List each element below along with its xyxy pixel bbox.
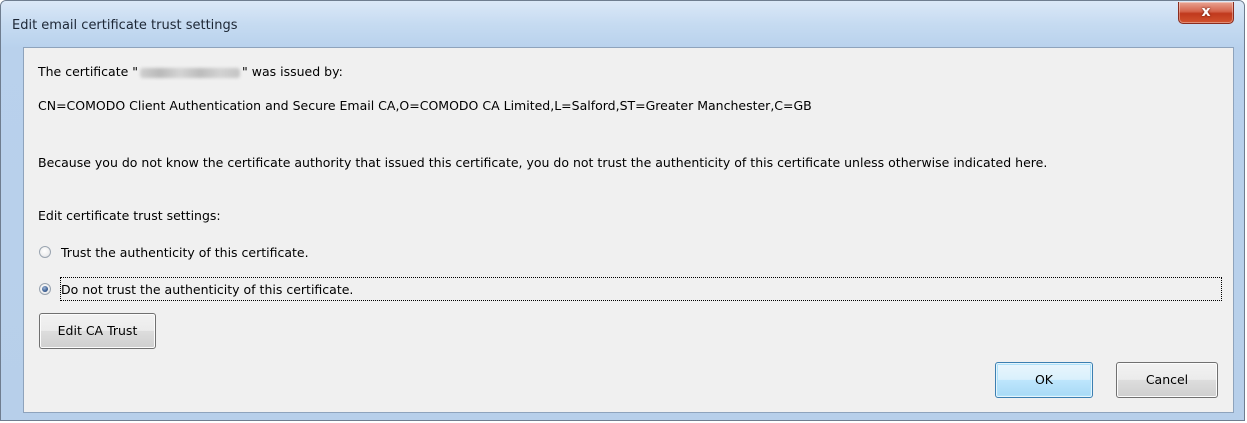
- issued-by-line: The certificate " " was issued by:: [38, 64, 343, 79]
- cancel-button[interactable]: Cancel: [1116, 362, 1218, 398]
- close-button[interactable]: x: [1178, 2, 1234, 24]
- dialog-window: Edit email certificate trust settings x …: [0, 0, 1245, 421]
- close-icon: x: [1201, 4, 1211, 20]
- edit-ca-trust-button[interactable]: Edit CA Trust: [39, 313, 156, 349]
- ok-button[interactable]: OK: [995, 362, 1093, 398]
- radio-unchecked-icon[interactable]: [39, 246, 51, 258]
- title-bar[interactable]: Edit email certificate trust settings x: [1, 1, 1244, 47]
- trust-option[interactable]: Trust the authenticity of this certifica…: [39, 241, 309, 263]
- dialog-content: The certificate " " was issued by: CN=COM…: [23, 47, 1234, 413]
- window-title: Edit email certificate trust settings: [12, 18, 238, 33]
- explanation-text: Because you do not know the certificate …: [38, 155, 1048, 170]
- distrust-option-label[interactable]: Do not trust the authenticity of this ce…: [61, 282, 353, 297]
- distrust-option[interactable]: Do not trust the authenticity of this ce…: [39, 278, 353, 300]
- issued-by-prefix: The certificate ": [38, 64, 139, 79]
- trust-option-label[interactable]: Trust the authenticity of this certifica…: [61, 245, 309, 260]
- trust-settings-label: Edit certificate trust settings:: [38, 208, 221, 223]
- issuer-distinguished-name: CN=COMODO Client Authentication and Secu…: [38, 98, 812, 113]
- radio-checked-icon[interactable]: [39, 283, 51, 295]
- redacted-certificate-name: [140, 67, 241, 78]
- issued-by-suffix: " was issued by:: [242, 64, 343, 79]
